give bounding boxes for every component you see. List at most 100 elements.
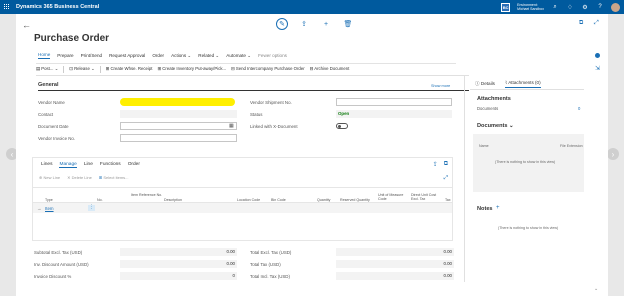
scroll-down-icon[interactable]: ⌄	[594, 286, 598, 292]
menu-fewer-options[interactable]: Fewer options	[258, 53, 287, 58]
column-location-code[interactable]: Location Code	[237, 198, 260, 202]
share-icon[interactable]: ⇪	[433, 161, 438, 168]
environment-name: Michael Sandbox	[517, 7, 544, 11]
column-item-reference[interactable]: Item Reference No.	[131, 193, 163, 197]
expand-icon[interactable]: ⤢	[444, 175, 448, 182]
archive-document-button[interactable]: ⊟ Archive Document	[310, 66, 350, 72]
header-actions: BC Environment: Michael Sandbox ⌕ ♢ ⚙ ?	[501, 2, 620, 12]
column-name[interactable]: Name	[479, 144, 489, 148]
vendor-name-highlight[interactable]	[120, 98, 235, 106]
column-file-extension[interactable]: File Extension	[560, 144, 584, 148]
share-icon[interactable]: ⇪	[298, 18, 310, 30]
column-unit-of-measure[interactable]: Unit of Measure Code	[378, 193, 406, 201]
tab-line[interactable]: Line	[84, 162, 93, 168]
tab-attachments[interactable]: ⌇ Attachments (0)	[504, 80, 541, 88]
menu-home[interactable]: Home	[38, 52, 51, 59]
general-section-title[interactable]: General	[38, 82, 58, 88]
create-inventory-button[interactable]: ⊞ Create Inventory Put-away/Pick...	[157, 66, 226, 72]
linked-x-document-toggle[interactable]	[336, 123, 348, 129]
menu-related[interactable]: Related ⌄	[198, 53, 219, 59]
new-line-button[interactable]: ⊕ New Line	[39, 175, 60, 180]
row-selector-arrow[interactable]: →	[37, 206, 42, 211]
edit-icon[interactable]: ✎	[276, 18, 288, 30]
next-record-button[interactable]: ›	[607, 148, 619, 160]
send-intercompany-button[interactable]: ⊟ Send Intercompany Purchase Order	[231, 66, 305, 72]
add-note-icon[interactable]: +	[496, 205, 500, 211]
delete-line-button[interactable]: ✕ Delete Line	[67, 175, 92, 180]
invoice-discount-pct-value: 0	[120, 272, 237, 280]
subtotal-value: 0.00	[120, 248, 237, 256]
app-title[interactable]: Dynamics 365 Business Central	[16, 4, 99, 10]
documents-title[interactable]: Documents ⌄	[477, 123, 514, 129]
column-no[interactable]: No.	[97, 198, 103, 202]
inv-discount-value[interactable]: 0.00	[120, 260, 237, 268]
total-tax-value: 0.00	[336, 260, 454, 268]
menu-automate[interactable]: Automate ⌄	[226, 53, 251, 59]
row-type-value[interactable]: Item	[45, 206, 54, 211]
lightbulb-icon[interactable]	[595, 53, 600, 58]
avatar[interactable]	[611, 2, 620, 12]
tab-order[interactable]: Order	[128, 162, 140, 168]
divider	[36, 75, 469, 76]
post-button[interactable]: ▤ Post... ⌄	[36, 66, 58, 72]
action-toolbar: ▤ Post... ⌄ ⊡ Release ⌄ ⊞ Create Whse. R…	[36, 63, 456, 73]
pin-icon[interactable]: ⇲	[595, 65, 600, 72]
linked-x-document-label: Linked with X-Document	[250, 124, 298, 129]
bookmark-icon[interactable]: ⧉	[579, 20, 587, 28]
environment-info: Environment: Michael Sandbox	[517, 3, 544, 11]
column-bin-code[interactable]: Bin Code	[271, 198, 286, 202]
column-type[interactable]: Type	[45, 198, 53, 202]
tab-lines[interactable]: Lines	[41, 162, 52, 168]
lines-tabs: Lines Manage Line Functions Order	[41, 162, 140, 168]
app-launcher-icon[interactable]	[4, 4, 10, 10]
menu-prepare[interactable]: Prepare	[57, 53, 73, 58]
contact-label: Contact	[38, 112, 54, 117]
app-header: Dynamics 365 Business Central BC Environ…	[0, 0, 624, 14]
select-items-button[interactable]: ⊞ Select items...	[99, 175, 129, 180]
tab-details[interactable]: ⓘ Details	[475, 81, 495, 87]
contact-field[interactable]	[120, 110, 237, 118]
menu-order[interactable]: Order	[152, 53, 164, 58]
column-description[interactable]: Description	[164, 198, 182, 202]
new-icon[interactable]: +	[320, 18, 332, 30]
toolbar-divider	[63, 65, 65, 73]
release-button[interactable]: ⊡ Release ⌄	[69, 66, 94, 72]
delete-icon[interactable]: 🗑	[342, 18, 354, 30]
calendar-icon[interactable]: ▦	[229, 123, 234, 129]
column-reserved-quantity[interactable]: Reserved Quantity	[340, 198, 370, 202]
menu-actions[interactable]: Actions ⌄	[171, 53, 191, 59]
gear-icon[interactable]: ⚙	[581, 3, 589, 11]
factbox-tabs: ⓘ Details ⌇ Attachments (0)	[475, 80, 541, 88]
show-more-link[interactable]: Show more	[431, 84, 450, 88]
open-in-new-icon[interactable]: ⧉	[444, 161, 448, 168]
tab-functions[interactable]: Functions	[100, 162, 121, 168]
collapse-icon[interactable]: ⤢	[594, 20, 602, 28]
documents-count-value[interactable]: 0	[578, 106, 580, 111]
column-direct-unit-cost[interactable]: Direct Unit Cost Excl. Tax	[411, 193, 443, 201]
column-tax[interactable]: Tax	[445, 198, 451, 202]
column-quantity[interactable]: Quantity	[317, 198, 330, 202]
attachment-icon: ⌇	[504, 80, 508, 85]
vendor-shipment-field[interactable]	[336, 98, 452, 106]
create-whse-receipt-button[interactable]: ⊞ Create Whse. Receipt	[106, 66, 153, 72]
row-menu-icon[interactable]: ⋮	[88, 205, 95, 211]
tab-manage[interactable]: Manage	[59, 162, 77, 168]
document-date-field[interactable]	[120, 122, 237, 130]
search-icon[interactable]: ⌕	[551, 3, 559, 11]
record-actions: ✎ ⇪ + 🗑	[276, 18, 354, 30]
status-field: Open	[336, 110, 452, 118]
back-arrow-icon[interactable]: ←	[22, 20, 32, 30]
menu-request-approval[interactable]: Request Approval	[109, 53, 145, 58]
menu-print-send[interactable]: Print/Send	[81, 53, 102, 58]
inv-discount-label: Inv. Discount Amount (USD)	[34, 262, 89, 267]
subtotal-label: Subtotal Excl. Tax (USD)	[34, 250, 83, 255]
help-icon[interactable]: ?	[596, 3, 604, 11]
vendor-invoice-field[interactable]	[120, 134, 237, 142]
action-menu: Home Prepare Print/Send Request Approval…	[38, 52, 287, 59]
status-label: Status	[250, 112, 263, 117]
bell-icon[interactable]: ♢	[566, 3, 574, 11]
post-icon: ▤	[36, 66, 41, 71]
table-row[interactable]: → Item ⋮	[33, 203, 452, 213]
notes-title: Notes	[477, 206, 493, 212]
release-icon: ⊡	[69, 66, 73, 71]
